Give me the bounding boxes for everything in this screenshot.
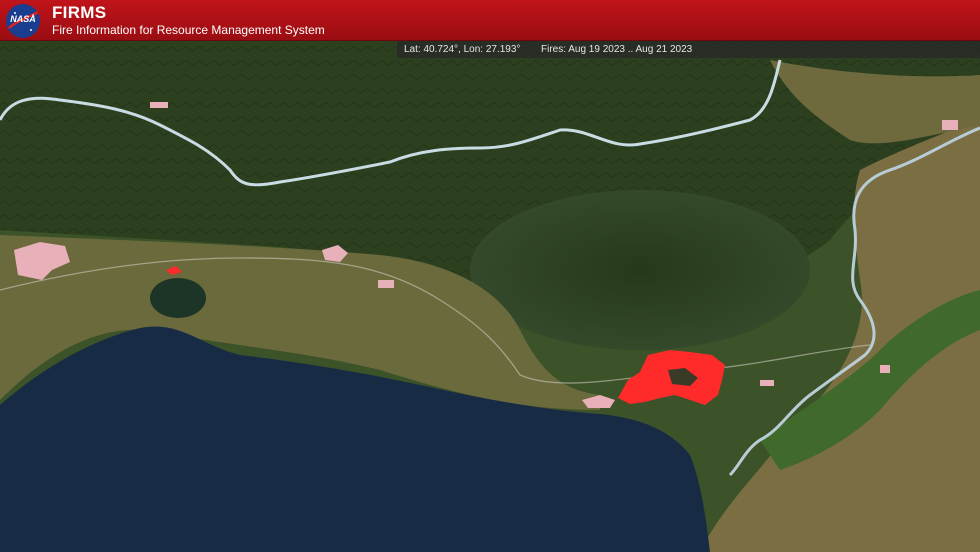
urban-small-3 xyxy=(942,120,958,130)
app-header: NASA FIRMS Fire Information for Resource… xyxy=(0,0,980,41)
app-subtitle: Fire Information for Resource Management… xyxy=(52,23,325,37)
urban-small-5 xyxy=(880,365,890,373)
status-bar: Lat: 40.724°, Lon: 27.193° Fires: Aug 19… xyxy=(397,41,980,58)
satellite-map[interactable] xyxy=(0,41,980,552)
nasa-logo[interactable]: NASA xyxy=(6,4,40,38)
urban-small-2 xyxy=(150,102,168,108)
central-forest xyxy=(470,190,810,350)
app-title: FIRMS xyxy=(52,3,107,22)
fires-date-range: Fires: Aug 19 2023 .. Aug 21 2023 xyxy=(541,44,693,55)
urban-small-4 xyxy=(760,380,774,386)
lake xyxy=(150,278,206,318)
cursor-coordinates: Lat: 40.724°, Lon: 27.193° xyxy=(404,44,521,55)
urban-small-1 xyxy=(378,280,394,288)
logo-text: NASA xyxy=(10,14,36,24)
